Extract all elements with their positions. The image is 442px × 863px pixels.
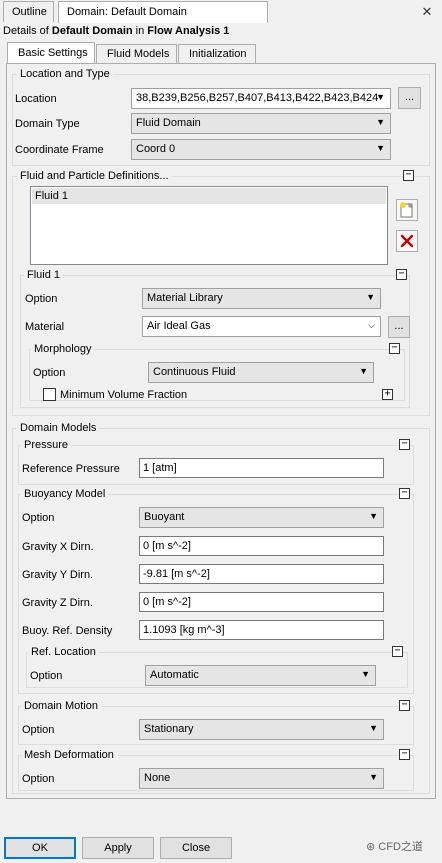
close-button[interactable]: Close: [160, 837, 232, 859]
expand-icon[interactable]: +: [382, 389, 393, 400]
chevron-down-icon: ▼: [369, 772, 378, 782]
ref-location-option-label: Option: [30, 670, 63, 682]
apply-button[interactable]: Apply: [82, 837, 154, 859]
gravity-y-label: Gravity Y Dirn.: [22, 569, 94, 581]
domain-type-select[interactable]: Fluid Domain ▼: [131, 113, 391, 134]
list-item[interactable]: Fluid 1: [32, 188, 386, 204]
chevron-down-icon: ▼: [359, 366, 368, 376]
gravity-x-label: Gravity X Dirn.: [22, 541, 94, 553]
material-label: Material: [25, 321, 65, 333]
min-volume-fraction-label: Minimum Volume Fraction: [60, 389, 188, 401]
buoyancy-density-label: Buoy. Ref. Density: [22, 625, 113, 637]
material-select[interactable]: Air Ideal Gas ⌵: [142, 316, 381, 337]
tab-domain-label: Domain: Default Domain: [67, 6, 187, 18]
location-type-title: Location and Type: [17, 68, 113, 80]
close-icon[interactable]: ✕: [420, 4, 434, 20]
domain-motion-title: Domain Motion: [21, 700, 101, 712]
coordinate-frame-select[interactable]: Coord 0 ▼: [131, 139, 391, 160]
chevron-down-icon: ▼: [376, 117, 385, 127]
details-header: Details of Default Domain in Flow Analys…: [3, 25, 230, 37]
domain-models-title: Domain Models: [17, 422, 100, 434]
ref-location-option-select[interactable]: Automatic ▼: [145, 665, 376, 686]
watermark: ⊛ CFD之道: [366, 841, 423, 853]
collapse-icon[interactable]: −: [399, 749, 410, 760]
location-select[interactable]: 38,B239,B256,B257,B407,B413,B422,B423,B4…: [131, 88, 391, 109]
mesh-deformation-title: Mesh Deformation: [21, 749, 117, 761]
collapse-icon[interactable]: −: [399, 700, 410, 711]
chevron-down-icon: ▼: [376, 92, 385, 102]
collapse-icon[interactable]: −: [399, 439, 410, 450]
ok-button[interactable]: OK: [4, 837, 76, 859]
chevron-down-icon: ▼: [366, 292, 375, 302]
domain-motion-option-label: Option: [22, 724, 55, 736]
location-browse-button[interactable]: ...: [398, 87, 421, 109]
wechat-icon: ⊛: [366, 841, 379, 853]
collapse-icon[interactable]: −: [392, 646, 403, 657]
delete-fluid-button[interactable]: [396, 230, 418, 252]
morphology-option-label: Option: [33, 367, 66, 379]
fluid-definitions-title: Fluid and Particle Definitions...: [17, 170, 172, 182]
reference-pressure-input[interactable]: 1 [atm]: [139, 458, 384, 478]
chevron-down-icon: ▼: [376, 143, 385, 153]
gravity-x-input[interactable]: 0 [m s^-2]: [139, 536, 384, 556]
pressure-title: Pressure: [21, 439, 72, 451]
domain-motion-option-select[interactable]: Stationary ▼: [139, 719, 384, 740]
chevron-down-icon: ▼: [361, 669, 370, 679]
chevron-down-icon: ▼: [369, 723, 378, 733]
gravity-y-input[interactable]: -9.81 [m s^-2]: [139, 564, 384, 584]
new-item-icon: [400, 202, 413, 218]
buoyancy-title: Buoyancy Model: [21, 488, 109, 500]
reference-pressure-label: Reference Pressure: [22, 463, 120, 475]
fluid-list[interactable]: Fluid 1: [30, 186, 388, 265]
fluid-option-label: Option: [25, 293, 58, 305]
collapse-icon[interactable]: −: [389, 343, 400, 354]
gravity-z-label: Gravity Z Dirn.: [22, 597, 93, 609]
tab-fluid-models[interactable]: Fluid Models: [96, 44, 177, 64]
chevron-down-icon: ⌵: [368, 320, 375, 330]
material-browse-button[interactable]: ...: [388, 316, 410, 338]
tab-basic-settings[interactable]: Basic Settings: [7, 42, 95, 65]
add-fluid-button[interactable]: [396, 199, 418, 221]
fluid1-title: Fluid 1: [24, 269, 64, 281]
morphology-title: Morphology: [31, 343, 95, 355]
collapse-icon[interactable]: −: [403, 170, 414, 181]
mesh-deformation-option-select[interactable]: None ▼: [139, 768, 384, 789]
tab-initialization[interactable]: Initialization: [178, 44, 256, 64]
buoyancy-density-input[interactable]: 1.1093 [kg m^-3]: [139, 620, 384, 640]
buoyancy-option-label: Option: [22, 512, 55, 524]
morphology-option-select[interactable]: Continuous Fluid ▼: [148, 362, 374, 383]
fluid-option-select[interactable]: Material Library ▼: [142, 288, 381, 309]
location-label: Location: [15, 93, 57, 105]
tab-domain[interactable]: Domain: Default Domain: [58, 1, 268, 23]
delete-icon: [400, 234, 414, 248]
min-volume-fraction-checkbox[interactable]: [43, 388, 56, 401]
mesh-deformation-option-label: Option: [22, 773, 55, 785]
collapse-icon[interactable]: −: [396, 269, 407, 280]
collapse-icon[interactable]: −: [399, 488, 410, 499]
chevron-down-icon: ▼: [369, 511, 378, 521]
domain-type-label: Domain Type: [15, 118, 80, 130]
buoyancy-option-select[interactable]: Buoyant ▼: [139, 507, 384, 528]
coordinate-frame-label: Coordinate Frame: [15, 144, 104, 156]
ref-location-title: Ref. Location: [28, 646, 99, 658]
gravity-z-input[interactable]: 0 [m s^-2]: [139, 592, 384, 612]
tab-outline[interactable]: Outline: [3, 1, 54, 22]
